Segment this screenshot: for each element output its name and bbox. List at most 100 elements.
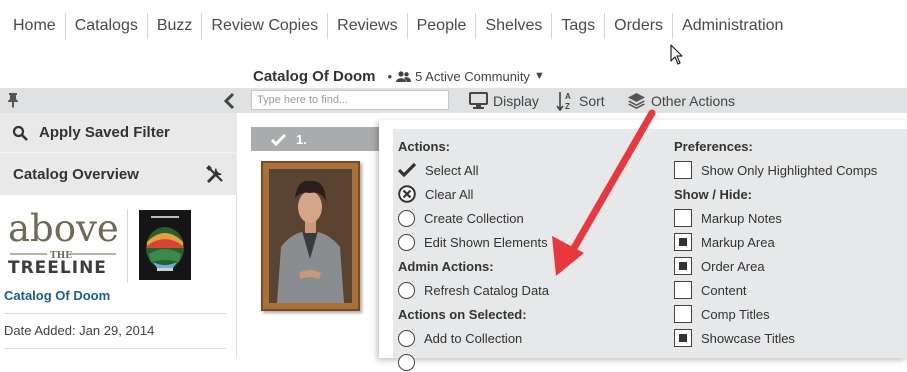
catalog-cover-thumbnail [139, 210, 191, 280]
nav-shelves[interactable]: Shelves [475, 13, 551, 39]
nav-home[interactable]: Home [4, 13, 65, 39]
community-label: 5 Active Community [415, 68, 530, 84]
other-actions-dropdown: Actions: Select All Clear All Create Col… [379, 120, 907, 371]
toggle-comp-titles[interactable]: Comp Titles [674, 304, 770, 324]
nav-buzz[interactable]: Buzz [146, 13, 202, 39]
toggle-content[interactable]: Content [674, 280, 747, 300]
toggle-label: Comp Titles [701, 306, 770, 322]
monitor-icon [469, 92, 488, 109]
search-input[interactable] [251, 90, 449, 110]
sort-az-icon: A Z [556, 91, 571, 111]
catalog-overview-body: above THE TREELINE Catalog Of Doom Date [0, 195, 237, 358]
radio-button[interactable] [398, 233, 415, 251]
logo-line3: TREELINE [8, 258, 107, 277]
top-nav: Home Catalogs Buzz Review Copies Reviews… [0, 0, 907, 52]
preferences-heading: Preferences: [674, 139, 753, 154]
dropdown-panel: Actions: Select All Clear All Create Col… [393, 129, 907, 371]
search-icon [12, 125, 28, 141]
nav-orders[interactable]: Orders [604, 13, 672, 39]
community-selector[interactable]: • 5 Active Community ▼ [388, 69, 545, 84]
toggle-label: Content [701, 282, 747, 298]
treeline-logo-graphic: above THE TREELINE [8, 207, 119, 278]
toggle-markup-area[interactable]: Markup Area [674, 232, 775, 252]
date-added: Date Added: Jan 29, 2014 [4, 323, 155, 338]
nav-review-copies[interactable]: Review Copies [201, 13, 327, 39]
toggle-label: Markup Notes [701, 210, 782, 226]
comp-number: 1. [296, 131, 307, 147]
svg-text:Z: Z [565, 102, 570, 111]
nav-reviews[interactable]: Reviews [327, 13, 406, 39]
toggle-showcase-titles[interactable]: Showcase Titles [674, 328, 795, 348]
toggle-order-area[interactable]: Order Area [674, 256, 765, 276]
divider [4, 313, 226, 314]
partial-radio-option[interactable] [398, 352, 415, 372]
actions-on-selected-heading: Actions on Selected: [398, 307, 527, 322]
catalog-title: Catalog Of Doom [253, 67, 376, 85]
left-panel: Apply Saved Filter Catalog Overview abov… [0, 113, 237, 358]
actions-heading: Actions: [398, 139, 450, 154]
nav-catalogs[interactable]: Catalogs [64, 13, 147, 39]
nav-administration[interactable]: Administration [672, 13, 792, 39]
overview-title: Catalog Overview [13, 165, 139, 183]
checkbox[interactable] [674, 305, 692, 323]
show-highlighted-option[interactable]: Show Only Highlighted Comps [674, 160, 877, 180]
edit-shown-elements-option[interactable]: Edit Shown Elements [398, 232, 548, 252]
pin-icon[interactable] [6, 92, 20, 108]
radio-button[interactable] [398, 209, 415, 227]
display-label: Display [493, 92, 539, 109]
add-to-collection-option[interactable]: Add to Collection [398, 328, 522, 348]
checkbox[interactable] [674, 329, 692, 347]
checkbox[interactable] [674, 209, 692, 227]
edit-shown-label: Edit Shown Elements [424, 234, 548, 250]
toolbar: Display A Z Sort Other Actions [0, 88, 907, 113]
create-collection-option[interactable]: Create Collection [398, 208, 524, 228]
apply-filter-label: Apply Saved Filter [39, 124, 170, 141]
radio-button[interactable] [398, 353, 415, 371]
clear-all-option[interactable]: Clear All [398, 184, 473, 204]
radio-button[interactable] [398, 281, 415, 299]
bullet: • [387, 68, 393, 84]
portrait-image [269, 169, 352, 303]
catalog-header: Catalog Of Doom • 5 Active Community ▼ [253, 66, 545, 86]
sort-button[interactable]: A Z Sort [556, 88, 605, 113]
create-collection-label: Create Collection [424, 210, 524, 226]
checkbox[interactable] [674, 257, 692, 275]
catalog-link[interactable]: Catalog Of Doom [4, 288, 110, 303]
nav-people[interactable]: People [406, 13, 476, 39]
select-all-option[interactable]: Select All [398, 160, 478, 180]
toggle-label: Showcase Titles [701, 330, 795, 346]
mouse-cursor-icon [670, 44, 683, 65]
divider [127, 209, 128, 283]
other-actions-label: Other Actions [651, 92, 736, 109]
book-cover-image[interactable] [261, 161, 360, 311]
show-hide-heading: Show / Hide: [674, 187, 752, 202]
nav-tags[interactable]: Tags [551, 13, 604, 39]
logo-line1: above [8, 211, 119, 250]
apply-saved-filter[interactable]: Apply Saved Filter [0, 113, 237, 153]
checkbox[interactable] [674, 281, 692, 299]
toggle-label: Markup Area [701, 234, 775, 250]
check-icon [398, 162, 416, 178]
other-actions-button[interactable]: Other Actions [627, 88, 735, 113]
chevron-left-icon[interactable] [222, 92, 236, 110]
select-all-label: Select All [425, 162, 479, 178]
comp-header[interactable]: 1. [251, 127, 379, 151]
clear-all-label: Clear All [425, 186, 474, 202]
show-highlighted-label: Show Only Highlighted Comps [701, 162, 878, 178]
radio-button[interactable] [398, 329, 415, 347]
checkmark-icon [271, 133, 286, 146]
above-the-treeline-logo: above THE TREELINE [6, 207, 122, 282]
toggle-markup-notes[interactable]: Markup Notes [674, 208, 782, 228]
checkbox[interactable] [674, 233, 692, 251]
tools-icon[interactable] [206, 164, 225, 184]
display-button[interactable]: Display [469, 88, 539, 113]
checkbox[interactable] [674, 161, 692, 179]
layers-icon [628, 93, 645, 109]
caret-down-icon: ▼ [533, 70, 545, 82]
sort-label: Sort [579, 92, 605, 109]
catalog-overview-header: Catalog Overview [0, 155, 237, 193]
refresh-catalog-label: Refresh Catalog Data [424, 282, 550, 298]
refresh-catalog-option[interactable]: Refresh Catalog Data [398, 280, 549, 300]
toggle-label: Order Area [701, 258, 765, 274]
admin-actions-heading: Admin Actions: [398, 259, 494, 274]
